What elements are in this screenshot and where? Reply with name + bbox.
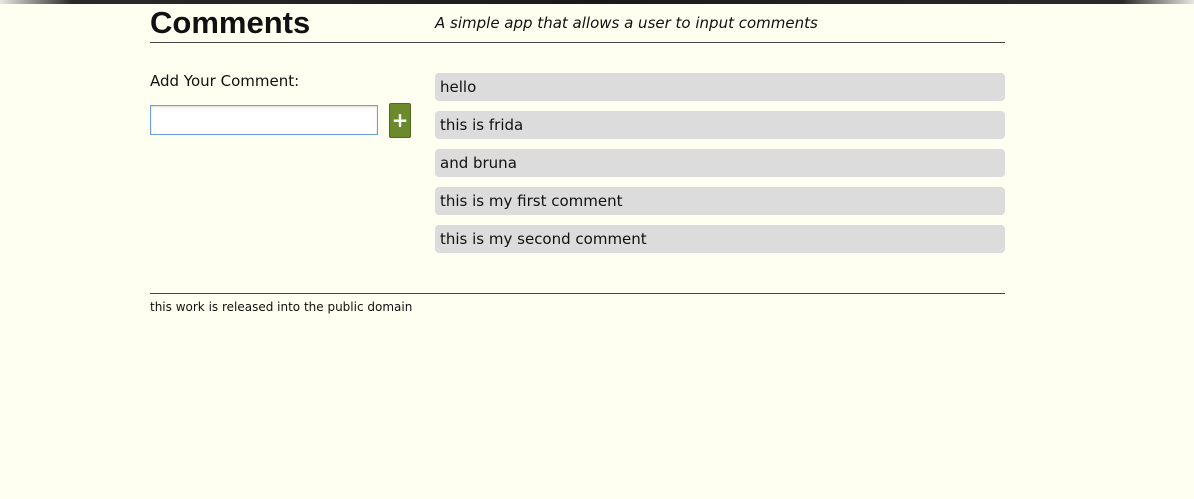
comment-list: hello this is frida and bruna this is my… <box>435 73 1005 263</box>
main-content: Add Your Comment: + hello this is frida … <box>150 43 1005 294</box>
page-header: Comments A simple app that allows a user… <box>150 4 1005 43</box>
comment-item: hello <box>435 73 1005 101</box>
page-title: Comments <box>150 5 311 40</box>
comment-item: this is my second comment <box>435 225 1005 253</box>
tagline: A simple app that allows a user to input… <box>435 14 818 32</box>
comment-item: this is frida <box>435 111 1005 139</box>
comment-input-label: Add Your Comment: <box>150 72 300 90</box>
comment-item: this is my first comment <box>435 187 1005 215</box>
add-comment-button[interactable]: + <box>389 103 411 138</box>
page-container: Comments A simple app that allows a user… <box>150 4 1005 315</box>
comment-item: and bruna <box>435 149 1005 177</box>
comment-form: Add Your Comment: + <box>150 71 411 138</box>
comment-input[interactable] <box>150 105 378 135</box>
page-footer: this work is released into the public do… <box>150 300 413 314</box>
